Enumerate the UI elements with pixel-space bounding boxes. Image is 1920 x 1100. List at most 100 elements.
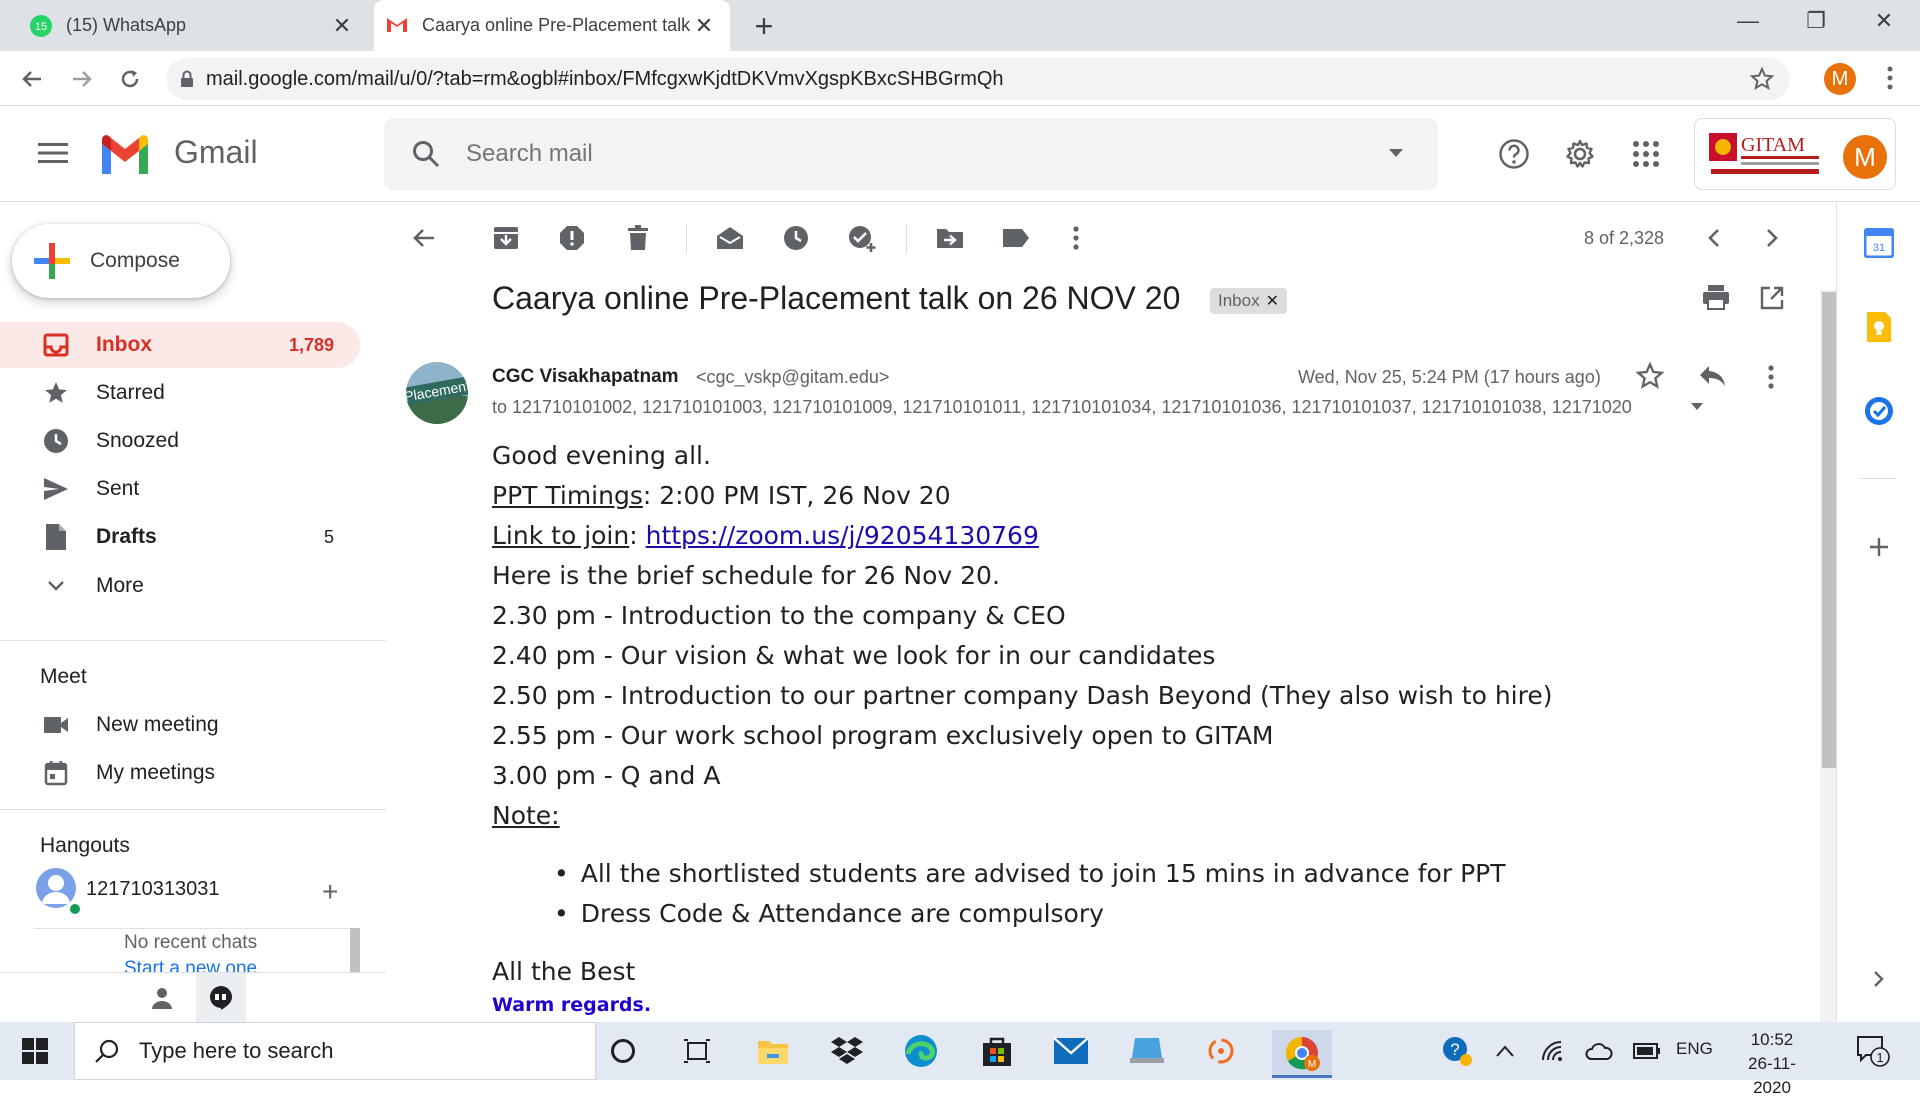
hangouts-scrollbar[interactable] bbox=[350, 928, 360, 972]
start-new-chat-link[interactable]: Start a new one bbox=[124, 958, 257, 972]
restore-button[interactable]: ❐ bbox=[1796, 8, 1836, 34]
print-button[interactable] bbox=[1702, 284, 1730, 310]
schedule-item: 2.30 pm - Introduction to the company & … bbox=[492, 601, 1066, 630]
settings-gear-icon[interactable] bbox=[1562, 136, 1598, 172]
snooze-button[interactable] bbox=[780, 222, 812, 254]
archive-button[interactable] bbox=[490, 222, 522, 254]
tab-gmail[interactable]: Caarya online Pre-Placement talk ✕ bbox=[374, 0, 730, 51]
tab-close-icon[interactable]: ✕ bbox=[330, 13, 354, 39]
microsoft-store-icon[interactable] bbox=[976, 1030, 1018, 1072]
gmail-logo-icon[interactable] bbox=[98, 134, 152, 174]
more-actions-button[interactable] bbox=[1060, 222, 1092, 254]
draft-icon bbox=[40, 523, 72, 551]
older-button[interactable] bbox=[1756, 222, 1788, 254]
hangouts-user-avatar[interactable] bbox=[36, 868, 76, 908]
bookmark-star-icon[interactable] bbox=[1750, 67, 1774, 91]
sidebar-item-more[interactable]: More bbox=[0, 563, 360, 609]
sidebar-item-snoozed[interactable]: Snoozed bbox=[0, 418, 360, 464]
sidebar-item-sent[interactable]: Sent bbox=[0, 466, 360, 512]
google-keep-icon[interactable] bbox=[1862, 310, 1896, 344]
account-avatar[interactable]: M bbox=[1843, 135, 1887, 179]
new-tab-button[interactable]: + bbox=[748, 8, 780, 45]
laptop-app-icon[interactable] bbox=[1126, 1030, 1168, 1072]
search-bar[interactable] bbox=[384, 118, 1438, 190]
apps-grid-icon[interactable] bbox=[1628, 136, 1664, 172]
help-tray-icon[interactable]: ? bbox=[1436, 1030, 1478, 1072]
show-hidden-icons-icon[interactable] bbox=[1484, 1030, 1526, 1072]
inbox-count: 1,789 bbox=[288, 334, 334, 355]
close-window-button[interactable]: ✕ bbox=[1864, 8, 1904, 34]
remove-label-icon[interactable]: ✕ bbox=[1266, 291, 1279, 311]
search-options-icon[interactable] bbox=[1388, 148, 1404, 158]
star-message-button[interactable] bbox=[1636, 362, 1664, 390]
compose-button[interactable]: Compose bbox=[12, 224, 230, 298]
labels-button[interactable] bbox=[1000, 222, 1032, 254]
show-details-icon[interactable] bbox=[1690, 402, 1704, 412]
contacts-person-icon[interactable] bbox=[150, 987, 174, 1009]
note-item: All the shortlisted students are advised… bbox=[554, 854, 1772, 894]
inbox-label-chip[interactable]: Inbox ✕ bbox=[1210, 288, 1287, 314]
forward-button[interactable] bbox=[66, 63, 98, 95]
reload-button[interactable] bbox=[114, 63, 146, 95]
language-indicator[interactable]: ENG bbox=[1676, 1039, 1713, 1059]
search-icon[interactable] bbox=[412, 140, 440, 168]
google-calendar-icon[interactable]: 31 bbox=[1862, 226, 1896, 260]
notification-center-icon[interactable]: 1 bbox=[1852, 1030, 1894, 1072]
gitam-logo-text: GITAM bbox=[1741, 134, 1805, 156]
star-icon bbox=[40, 380, 72, 406]
sender-avatar[interactable]: Placement bbox=[406, 362, 468, 424]
reply-button[interactable] bbox=[1698, 364, 1726, 388]
add-hangout-icon[interactable]: + bbox=[322, 876, 338, 908]
minimize-button[interactable]: — bbox=[1728, 8, 1768, 34]
edge-browser-icon[interactable] bbox=[900, 1030, 942, 1072]
hangouts-tab-icon[interactable] bbox=[196, 973, 246, 1023]
cortana-icon[interactable] bbox=[602, 1030, 644, 1072]
search-input[interactable] bbox=[466, 140, 1346, 168]
content-scrollbar-thumb[interactable] bbox=[1822, 292, 1836, 768]
taskbar-search-box[interactable]: Type here to search bbox=[74, 1022, 596, 1080]
task-view-icon[interactable] bbox=[676, 1030, 718, 1072]
add-task-icon bbox=[849, 226, 876, 252]
sidebar-item-drafts[interactable]: Drafts 5 bbox=[0, 514, 360, 560]
zoom-link[interactable]: https://zoom.us/j/92054130769 bbox=[646, 521, 1039, 550]
taskbar-clock[interactable]: 10:52 26-11-2020 bbox=[1730, 1028, 1814, 1100]
add-to-tasks-button[interactable] bbox=[846, 222, 878, 254]
get-addons-icon[interactable] bbox=[1862, 530, 1896, 564]
google-tasks-icon[interactable] bbox=[1862, 394, 1896, 428]
chrome-taskbar-icon[interactable]: M bbox=[1272, 1030, 1332, 1078]
delete-button[interactable] bbox=[622, 222, 654, 254]
main-menu-icon[interactable] bbox=[38, 142, 68, 164]
file-explorer-icon[interactable] bbox=[752, 1030, 794, 1072]
account-box[interactable]: GITAM M bbox=[1694, 118, 1896, 190]
battery-icon[interactable] bbox=[1626, 1030, 1668, 1072]
tab-whatsapp[interactable]: 15 (15) WhatsApp ✕ bbox=[18, 0, 368, 51]
dropbox-icon[interactable] bbox=[826, 1030, 868, 1072]
address-bar[interactable]: mail.google.com/mail/u/0/?tab=rm&ogbl#in… bbox=[166, 58, 1790, 100]
open-in-new-window-button[interactable] bbox=[1760, 286, 1784, 310]
sidebar-item-new-meeting[interactable]: New meeting bbox=[0, 702, 360, 748]
mail-app-icon[interactable] bbox=[1050, 1030, 1092, 1072]
gmail-wordmark[interactable]: Gmail bbox=[174, 134, 258, 171]
message-more-button[interactable] bbox=[1766, 364, 1776, 390]
orange-app-icon[interactable] bbox=[1200, 1030, 1242, 1072]
report-spam-button[interactable] bbox=[556, 222, 588, 254]
wifi-icon[interactable] bbox=[1532, 1030, 1574, 1072]
sidebar-item-starred[interactable]: Starred bbox=[0, 370, 360, 416]
url-text: mail.google.com/mail/u/0/?tab=rm&ogbl#in… bbox=[206, 67, 1004, 90]
move-to-button[interactable] bbox=[934, 222, 966, 254]
newer-button[interactable] bbox=[1698, 222, 1730, 254]
help-icon[interactable] bbox=[1496, 136, 1532, 172]
back-to-inbox-button[interactable] bbox=[408, 222, 440, 254]
windows-start-icon[interactable] bbox=[14, 1030, 56, 1072]
chrome-profile-avatar[interactable]: M bbox=[1824, 63, 1856, 95]
show-side-panel-icon[interactable] bbox=[1862, 962, 1896, 996]
sidebar-item-my-meetings[interactable]: My meetings bbox=[0, 750, 360, 796]
sender-name[interactable]: CGC Visakhapatnam bbox=[492, 366, 679, 388]
onedrive-cloud-icon[interactable] bbox=[1578, 1030, 1620, 1072]
chrome-menu-icon[interactable] bbox=[1880, 61, 1900, 95]
mark-unread-button[interactable] bbox=[714, 222, 746, 254]
back-button[interactable] bbox=[16, 63, 48, 95]
tab-close-icon[interactable]: ✕ bbox=[692, 13, 716, 39]
hangouts-user-name[interactable]: 121710313031 bbox=[86, 878, 219, 901]
sidebar-item-inbox[interactable]: Inbox 1,789 bbox=[0, 322, 360, 368]
